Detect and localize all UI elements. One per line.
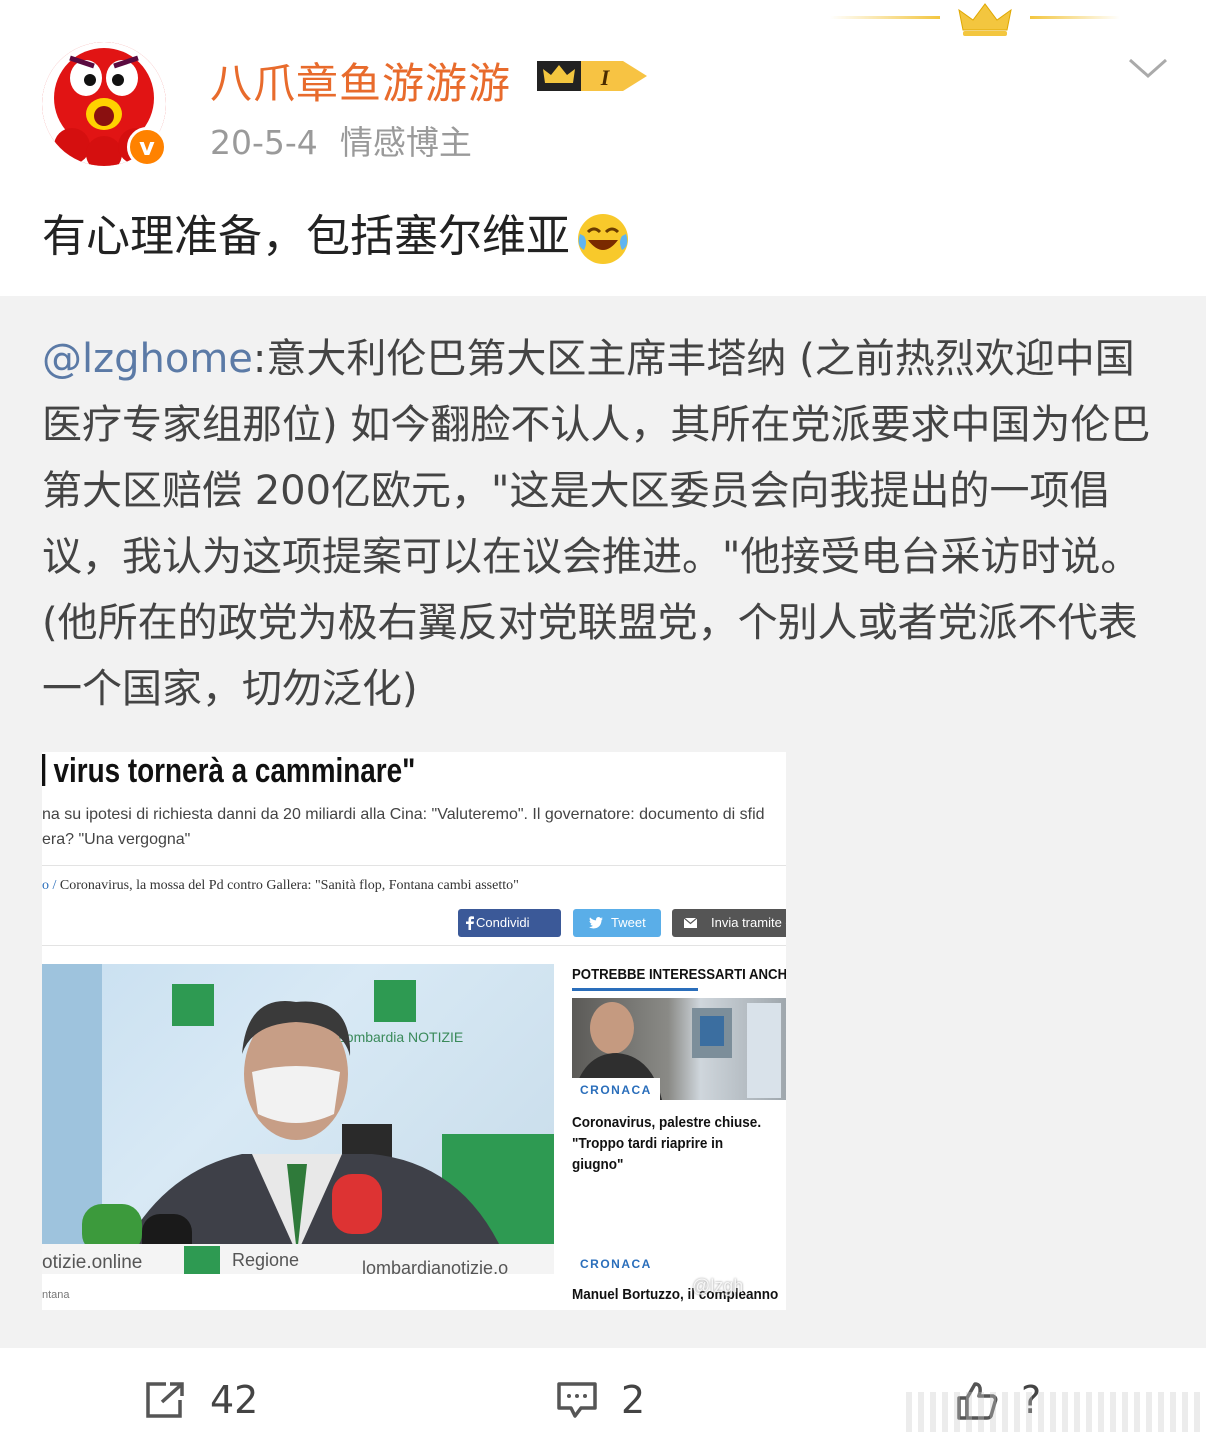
facebook-share-button[interactable]: Condividi — [458, 909, 561, 937]
facebook-icon — [466, 916, 474, 930]
chevron-down-icon[interactable] — [1126, 52, 1170, 82]
breadcrumb-current: Coronavirus, la mossa del Pd contro Gall… — [59, 878, 519, 893]
envelope-icon — [684, 918, 697, 928]
repost-text: @lzghome:意大利伦巴第大区主席丰塔纳 (之前热烈欢迎中国医疗专家组那位)… — [42, 326, 1172, 722]
post-date: 20-5-4 — [210, 123, 318, 162]
author-tag: 情感博主 — [339, 123, 472, 162]
user-level-text: I — [600, 65, 611, 90]
photo-sign-regione: Regione — [232, 1250, 299, 1270]
comment-icon — [557, 1382, 597, 1418]
crown-icon — [958, 3, 1012, 36]
breadcrumb: o / Coronavirus, la mossa del Pd contro … — [42, 878, 519, 894]
author-name[interactable]: 八爪章鱼游游游 — [210, 50, 511, 111]
post-meta: 20-5-4 情感博主 — [210, 116, 494, 164]
post-text: 有心理准备，包括塞尔维亚 — [42, 200, 630, 266]
photo-caption: ntana — [42, 1289, 70, 1301]
article-subtitle: na su ipotesi di richiesta danni da 20 m… — [42, 802, 765, 852]
category-tag[interactable]: CRONACA — [572, 1252, 660, 1276]
share-icon — [146, 1382, 184, 1418]
email-share-button[interactable]: Invia tramite e — [672, 909, 786, 937]
related-article-title[interactable]: Coronavirus, palestre chiuse. "Troppo ta… — [572, 1112, 765, 1175]
watermark-overlay — [900, 1392, 1206, 1432]
embedded-image[interactable]: virus tornerà a camminare" na su ipotesi… — [42, 752, 786, 1310]
photo-sign-right: lombardianotizie.o — [362, 1258, 508, 1274]
divider — [42, 865, 786, 866]
article-photo[interactable]: Lombardia NOTIZIE otizie.online Regione … — [42, 964, 554, 1274]
twitter-share-label: Tweet — [611, 915, 646, 930]
verified-badge: v — [127, 127, 167, 167]
sidebar-title-underline — [572, 988, 698, 991]
article-headline: virus tornerà a camminare" — [42, 752, 415, 791]
user-level-badge-icon: I — [537, 61, 647, 91]
post-text-content: 有心理准备，包括塞尔维亚 — [42, 211, 570, 262]
comment-count: 2 — [621, 1378, 646, 1422]
category-tag[interactable]: CRONACA — [572, 1078, 660, 1102]
email-share-label: Invia tramite e — [711, 915, 786, 930]
facebook-share-label: Condividi — [476, 915, 530, 930]
share-count: 42 — [210, 1378, 259, 1422]
weibo-watermark: @lzgh — [692, 1276, 744, 1296]
share-button[interactable]: 42 — [144, 1378, 258, 1422]
photo-logo-text: Lombardia NOTIZIE — [338, 1029, 463, 1045]
twitter-icon — [589, 917, 603, 929]
twitter-share-button[interactable]: Tweet — [573, 909, 661, 937]
mention-link[interactable]: @lzghome — [42, 336, 253, 382]
article-subtitle-line1: na su ipotesi di richiesta danni da 20 m… — [42, 806, 765, 823]
article-headline-text: virus tornerà a camminare" — [53, 752, 416, 790]
comment-button[interactable]: 2 — [555, 1378, 645, 1422]
breadcrumb-home[interactable]: o / — [42, 878, 56, 893]
related-article-title[interactable]: Manuel Bortuzzo, il compleanno — [572, 1286, 778, 1303]
sidebar-title: POTREBBE INTERESSARTI ANCHE — [572, 966, 786, 983]
article-subtitle-line2: era? "Una vergogna" — [42, 831, 191, 848]
press-conference-photo: Lombardia NOTIZIE otizie.online Regione … — [42, 964, 554, 1274]
photo-sign-left: otizie.online — [42, 1252, 142, 1273]
repost-text-content: :意大利伦巴第大区主席丰塔纳 (之前热烈欢迎中国医疗专家组那位) 如今翻脸不认人… — [42, 336, 1151, 712]
laughing-crying-emoji-icon — [578, 214, 628, 264]
divider — [42, 945, 786, 946]
